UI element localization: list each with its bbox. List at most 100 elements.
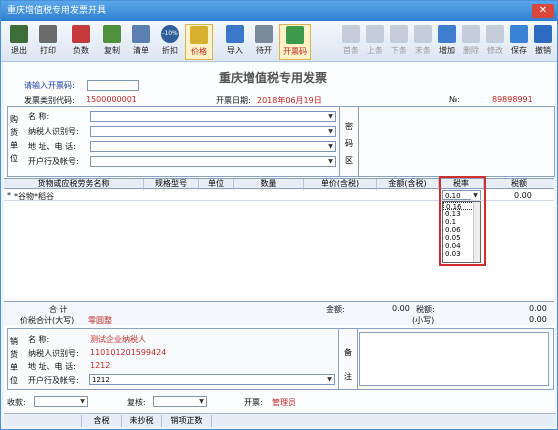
chevron-down-icon[interactable]: ▼ [326,112,335,121]
tax-total-value: 0.00 [529,304,547,313]
reviewer-label: 复核: [127,398,146,407]
seller-taxid-value: 110101201599424 [90,348,167,357]
rate-dropdown-list[interactable]: 0.16 0.13 0.1 0.06 0.05 0.04 0.03 [442,201,481,263]
prev-icon [366,25,384,43]
row-marker: * [7,191,11,200]
print-button[interactable]: 打印 [34,24,62,60]
buyer-name-field[interactable]: ▼ [90,111,336,122]
discount-icon: -10% [161,25,179,43]
seller-name-value: 测试企业纳税人 [90,335,146,344]
exit-button[interactable]: 退出 [5,24,33,60]
rate-scrollbar[interactable] [473,202,480,262]
price-icon [190,26,208,44]
chevron-down-icon[interactable]: ▼ [325,375,334,384]
col-qty: 数量 [234,179,304,190]
issuer-label: 开票: [244,398,263,407]
reviewer-select[interactable]: ▼ [153,396,207,407]
printer-icon [39,25,57,43]
invoice-no-value: 89898991 [492,95,533,104]
plus-icon [438,25,456,43]
chevron-down-icon[interactable]: ▼ [326,127,335,136]
chevron-down-icon[interactable]: ▼ [326,142,335,151]
small-label: (小写) [412,316,435,325]
col-price: 单价(含税) [304,179,377,190]
seller-bank-label: 开户行及帐号: [28,376,79,385]
first-icon [342,25,360,43]
status-tax-included: 含税 [82,415,122,427]
buyer-address-field[interactable]: ▼ [90,141,336,152]
category-value: 1500000001 [86,95,137,104]
status-positive-sales: 销项正数 [162,415,212,427]
copy-icon [103,25,121,43]
buyer-taxid-label: 纳税人识别号: [28,127,79,136]
buyer-bank-field[interactable]: ▼ [90,156,336,167]
col-tax: 税额 [511,179,527,188]
chevron-down-icon[interactable]: ▼ [197,397,206,406]
pending-button[interactable]: 待开 [250,24,278,60]
small-value: 0.00 [529,315,547,324]
status-bar: 含税 未抄税 销项正数 [4,413,556,427]
totals-section: 合 计 金额: 0.00 税额: 0.00 价税合计(大写) 零圆整 (小写) … [4,301,554,325]
negative-icon [72,25,90,43]
seller-taxid-label: 纳税人识别号: [28,349,79,358]
invoice-title: 重庆增值税专用发票 [219,71,328,85]
buyer-section-title: 购货单位 [10,115,18,163]
exit-icon [10,25,28,43]
seller-address-label: 地 址、电 话: [28,362,76,371]
invoice-no-label: №: [449,95,461,104]
chevron-down-icon[interactable]: ▼ [78,397,87,406]
last-icon [414,25,432,43]
issuer-value: 管理员 [272,398,296,407]
chevron-down-icon[interactable]: ▼ [326,157,335,166]
buyer-taxid-field[interactable]: ▼ [90,126,336,137]
remark-textarea[interactable] [359,332,549,386]
invoice-code-button[interactable]: 开票码 [279,24,311,60]
rate-select[interactable]: 0.10 ▼ [442,190,481,200]
chevron-down-icon[interactable]: ▼ [471,191,480,200]
import-button[interactable]: 导入 [221,24,249,60]
price-button[interactable]: 价格 [185,24,213,60]
buyer-name-label: 名 称: [28,112,50,121]
in-words-value: 零圆整 [88,316,112,325]
checkmark-icon [510,25,528,43]
seller-address-value: 1212 [90,361,111,370]
list-button[interactable]: 清单 [127,24,155,60]
invoice-code-icon [286,26,304,44]
invoice-code-input[interactable] [87,80,139,91]
sum-label: 合 计 [49,305,68,314]
date-value: 2018年06月19日 [257,96,322,105]
row-tax-value: 0.00 [514,191,532,200]
category-label: 发票类别代码: [24,96,75,105]
discount-button[interactable]: -10% 折扣 [156,24,184,60]
invoice-code-prompt: 请输入开票码: [24,81,75,90]
undo-icon [534,25,552,43]
close-icon[interactable]: ✕ [532,4,554,18]
remark-title: 备注 [344,348,352,381]
import-icon [226,25,244,43]
row-item-name[interactable]: *谷物*稻谷 [14,191,54,202]
negative-button[interactable]: 负数 [67,24,95,60]
buyer-bank-label: 开户行及帐号: [28,157,79,166]
in-words-label: 价税合计(大写) [20,316,75,325]
amount-value: 0.00 [392,304,410,313]
pending-icon [255,25,273,43]
minus-icon [462,25,480,43]
tax-total-label: 税额: [416,305,435,314]
col-name: 货物或应税劳务名称 [4,179,144,190]
col-unit: 单位 [199,179,234,190]
seller-bank-field[interactable]: 1212 ▼ [89,374,335,385]
col-amount: 金额(含税) [377,179,439,190]
next-icon [390,25,408,43]
buyer-address-label: 地 址、电 话: [28,142,76,151]
toolbar: 退出 打印 负数 复制 清单 -10% 折扣 价格 导入 待开 开票码 首条 上条… [1,22,557,62]
status-not-copied: 未抄税 [122,415,162,427]
undo-button[interactable]: 撤销 [529,24,557,60]
payee-label: 收款: [7,398,26,407]
copy-button[interactable]: 复制 [98,24,126,60]
seller-section-title: 销货单位 [10,337,18,385]
window-title: 重庆增值税专用发票开具 [7,6,107,16]
status-cell-empty [4,415,82,427]
payee-select[interactable]: ▼ [34,396,88,407]
invoice-window: 重庆增值税专用发票开具 ✕ 退出 打印 负数 复制 清单 -10% 折扣 价格 导… [0,0,558,430]
date-label: 开票日期: [216,96,251,105]
